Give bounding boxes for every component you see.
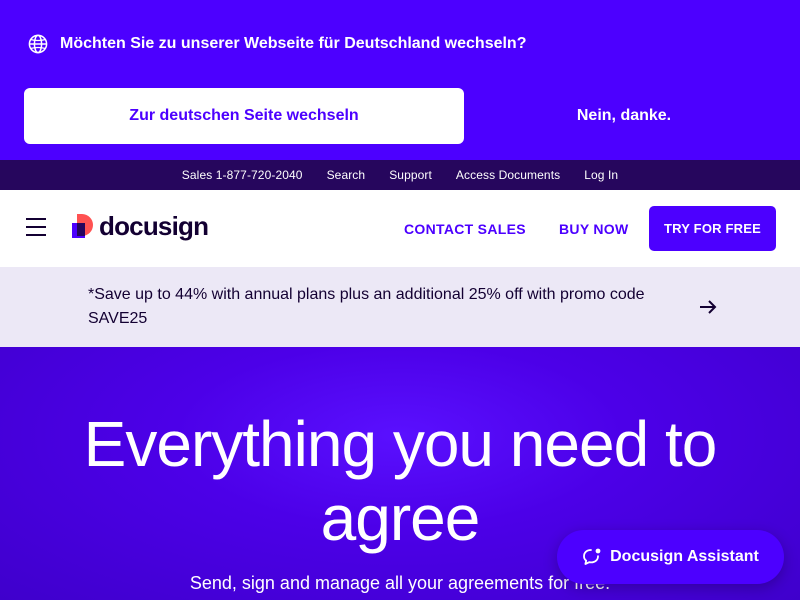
contact-sales-link[interactable]: CONTACT SALES bbox=[404, 190, 526, 267]
docusign-logo-mark-icon bbox=[72, 214, 93, 238]
log-in-link[interactable]: Log In bbox=[584, 168, 618, 182]
locale-question: Möchten Sie zu unserer Webseite für Deut… bbox=[60, 35, 527, 52]
decline-locale-button[interactable]: Nein, danke. bbox=[520, 88, 728, 144]
locale-banner: Möchten Sie zu unserer Webseite für Deut… bbox=[0, 0, 800, 160]
buy-now-link[interactable]: BUY NOW bbox=[559, 190, 629, 267]
switch-to-german-site-button[interactable]: Zur deutschen Seite wechseln bbox=[24, 88, 464, 144]
logo-wordmark: docusign bbox=[99, 210, 209, 241]
assistant-label: Docusign Assistant bbox=[610, 548, 759, 565]
access-documents-link[interactable]: Access Documents bbox=[456, 168, 560, 182]
sales-phone-link[interactable]: Sales 1-877-720-2040 bbox=[182, 168, 303, 182]
promo-text: *Save up to 44% with annual plans plus a… bbox=[88, 286, 645, 327]
chat-bubble-icon bbox=[583, 548, 601, 565]
globe-icon bbox=[28, 34, 48, 54]
arrow-right-icon[interactable] bbox=[698, 297, 718, 317]
promo-banner[interactable]: *Save up to 44% with annual plans plus a… bbox=[0, 267, 800, 347]
locale-prompt: Möchten Sie zu unserer Webseite für Deut… bbox=[28, 33, 526, 55]
utility-nav: Sales 1-877-720-2040 Search Support Acce… bbox=[0, 160, 800, 190]
docusign-logo[interactable]: docusign bbox=[72, 210, 209, 242]
try-for-free-button[interactable]: TRY FOR FREE bbox=[649, 206, 776, 251]
hamburger-menu-icon[interactable] bbox=[26, 218, 46, 236]
main-header: docusign CONTACT SALES BUY NOW TRY FOR F… bbox=[0, 190, 800, 267]
docusign-assistant-button[interactable]: Docusign Assistant bbox=[557, 530, 784, 584]
search-link[interactable]: Search bbox=[327, 168, 366, 182]
support-link[interactable]: Support bbox=[389, 168, 432, 182]
